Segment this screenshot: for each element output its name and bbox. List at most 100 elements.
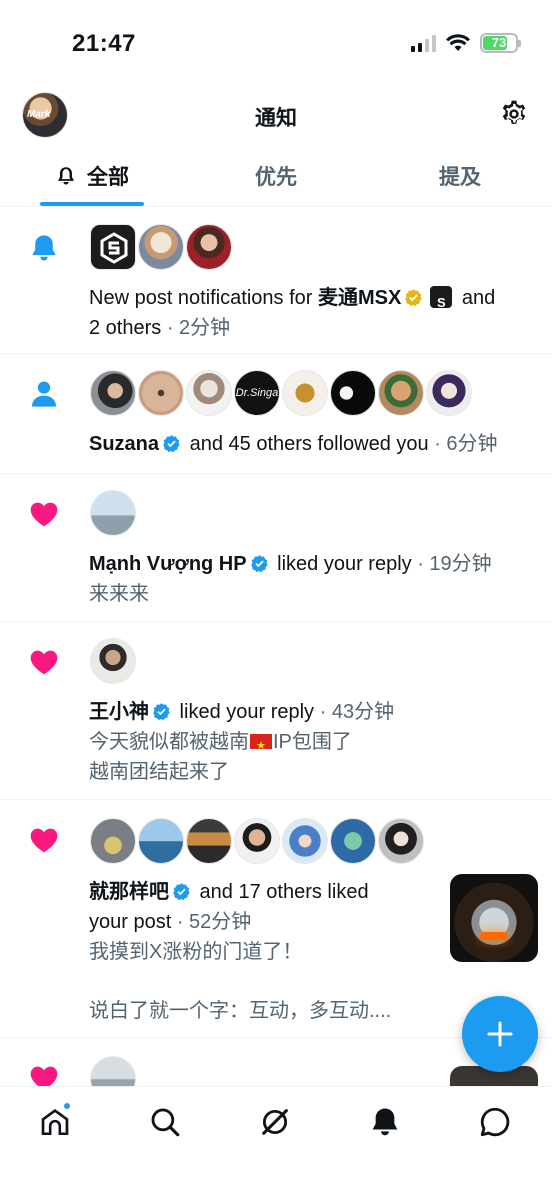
bell-icon (32, 235, 56, 261)
notification-action: and 45 others followed you (184, 433, 429, 455)
avatar[interactable] (282, 370, 328, 416)
post-thumbnail[interactable] (450, 874, 538, 962)
user-name[interactable]: 就那样吧 (89, 881, 169, 903)
heart-icon (30, 828, 58, 853)
verified-badge-icon (250, 555, 268, 573)
heart-icon (30, 650, 58, 675)
status-indicators: 73 (411, 33, 521, 53)
avatar-group (90, 818, 424, 864)
avatar[interactable] (378, 818, 424, 864)
post-excerpt: IP包围了 (273, 731, 352, 753)
compose-button[interactable] (462, 996, 538, 1072)
battery-level: 73 (491, 35, 507, 50)
user-name[interactable]: Mạnh Vượng HP (89, 553, 247, 575)
gear-icon[interactable] (498, 98, 530, 130)
unread-dot (62, 1101, 72, 1111)
notification-item[interactable]: 王小神 liked your reply · 43分钟 今天貌似都被越南 IP包围… (0, 622, 552, 800)
notification-text: 就那样吧 and 17 others liked your post · 52分… (89, 877, 444, 967)
bottom-navigation (0, 1086, 552, 1200)
verified-badge-icon (173, 883, 190, 901)
tab-priority-label: 优先 (255, 166, 297, 189)
user-name[interactable]: 王小神 (89, 701, 149, 723)
avatar-group (90, 638, 136, 684)
notification-text: 说白了就一个字：互动，多互动.... (89, 996, 452, 1026)
post-excerpt: 说白了就一个字：互动，多互动.... (89, 1000, 392, 1022)
avatar[interactable] (90, 224, 136, 270)
avatar[interactable] (186, 224, 232, 270)
grok-icon[interactable] (258, 1105, 292, 1139)
timestamp: · 2分钟 (161, 317, 231, 339)
page-title: 通知 (255, 107, 297, 130)
bell-outline-icon (58, 167, 74, 185)
messages-icon[interactable] (478, 1105, 512, 1139)
status-time: 21:47 (72, 30, 136, 57)
notification-text: Mạnh Vượng HP liked your reply · 19分钟 来来… (89, 549, 534, 609)
notification-prefix: New post notifications for (89, 287, 318, 309)
avatar[interactable]: Dr.Singa (234, 370, 280, 416)
notification-tabs: 全部 优先 提及 (0, 150, 552, 207)
timestamp: · 6分钟 (428, 433, 498, 455)
avatar[interactable] (138, 818, 184, 864)
avatar[interactable] (138, 370, 184, 416)
msx-logo-icon (100, 232, 128, 264)
tab-mentions[interactable]: 提及 (368, 150, 552, 202)
notification-item[interactable]: Dr.Singa Suzana and 45 others followed y… (0, 354, 552, 474)
notification-item[interactable]: 就那样吧 and 17 others liked your post · 52分… (0, 800, 552, 1038)
notification-suffix: and (456, 287, 496, 309)
avatar-group: Dr.Singa (90, 370, 472, 416)
post-excerpt: 今天貌似都被越南 (89, 731, 249, 753)
notification-action: your post (89, 911, 172, 933)
avatar[interactable] (426, 370, 472, 416)
verified-badge-icon (153, 703, 170, 721)
timestamp: · 19分钟 (411, 553, 492, 575)
timestamp: · 43分钟 (314, 701, 395, 723)
notification-text: Suzana and 45 others followed you · 6分钟 (89, 429, 534, 459)
notification-action: and 17 others liked (194, 881, 369, 903)
notification-action: liked your reply (174, 701, 315, 723)
cellular-signal-icon (411, 34, 436, 52)
notification-item[interactable]: New post notifications for 麦通MSX and 2 o… (0, 208, 552, 354)
avatar[interactable] (330, 370, 376, 416)
post-excerpt: 越南团结起来了 (89, 761, 229, 783)
person-icon (32, 381, 56, 407)
avatar[interactable] (186, 818, 232, 864)
gold-verified-badge-icon (405, 289, 423, 307)
tab-priority[interactable]: 优先 (184, 150, 368, 202)
avatar[interactable] (282, 818, 328, 864)
active-tab-indicator (40, 202, 144, 206)
post-excerpt: 来来来 (89, 583, 149, 605)
notification-text: 王小神 liked your reply · 43分钟 今天貌似都被越南 IP包围… (89, 697, 534, 787)
avatar[interactable] (138, 224, 184, 270)
avatar[interactable] (330, 818, 376, 864)
notification-list: New post notifications for 麦通MSX and 2 o… (0, 208, 552, 1106)
user-name[interactable]: Suzana (89, 433, 159, 455)
avatar[interactable] (186, 370, 232, 416)
avatar[interactable] (378, 370, 424, 416)
wifi-icon (446, 34, 470, 51)
avatar[interactable] (234, 818, 280, 864)
msx-mini-logo-icon (430, 286, 453, 318)
plus-icon (487, 1021, 513, 1047)
notification-item[interactable]: Mạnh Vượng HP liked your reply · 19分钟 来来… (0, 474, 552, 622)
avatar-group (90, 490, 136, 536)
notification-text: New post notifications for 麦通MSX and 2 o… (89, 283, 534, 343)
status-bar: 21:47 73 (0, 0, 552, 90)
avatar[interactable] (90, 818, 136, 864)
search-icon[interactable] (148, 1105, 182, 1139)
tab-all[interactable]: 全部 (0, 150, 184, 206)
verified-badge-icon (163, 435, 180, 453)
tab-all-label: 全部 (87, 166, 129, 189)
bell-icon[interactable] (368, 1105, 402, 1139)
timestamp: · 52分钟 (171, 911, 252, 933)
notification-others: 2 others (89, 317, 162, 339)
user-name[interactable]: 麦通MSX (318, 287, 401, 309)
avatar[interactable] (90, 370, 136, 416)
post-excerpt: 我摸到X涨粉的门道了！ (89, 941, 303, 963)
avatar-group (90, 224, 232, 270)
tab-mentions-label: 提及 (439, 166, 481, 189)
avatar[interactable] (90, 638, 136, 684)
vietnam-flag-icon (250, 731, 272, 761)
avatar[interactable] (90, 490, 136, 536)
heart-icon (30, 502, 58, 527)
battery-icon: 73 (480, 33, 521, 53)
